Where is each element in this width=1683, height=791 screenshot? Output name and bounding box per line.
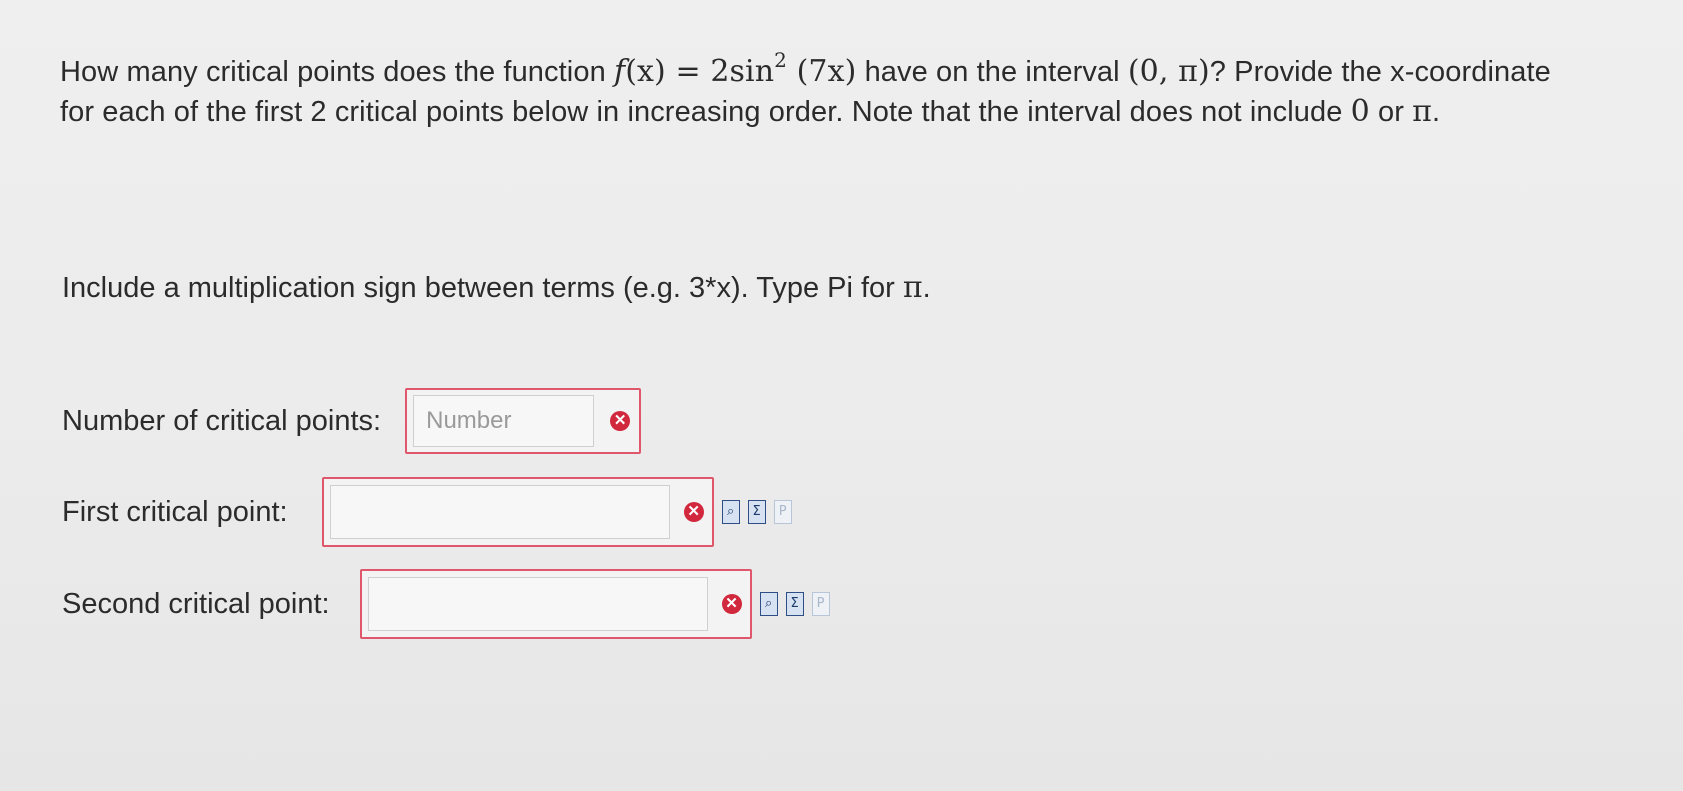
second-point-preview-icon[interactable]: ⌕ bbox=[759, 592, 778, 616]
zero-value: 0 bbox=[1350, 94, 1370, 129]
first-point-preview-glyph: ⌕ bbox=[726, 504, 735, 519]
function-equals: = 2sin bbox=[665, 54, 775, 89]
question-text: How many critical points does the functi… bbox=[60, 50, 1590, 132]
second-point-preview-glyph: ⌕ bbox=[764, 596, 773, 611]
second-point-equation-glyph: Σ bbox=[790, 596, 799, 611]
first-point-help-icon[interactable]: P bbox=[773, 500, 792, 524]
second-point-help-icon[interactable]: P bbox=[811, 592, 830, 616]
critical-count-row: Number of critical points: ✕ bbox=[62, 388, 642, 454]
first-point-equation-editor-icon[interactable]: Σ bbox=[747, 500, 766, 524]
question-part-1: How many critical points does the functi… bbox=[60, 56, 614, 88]
page-background: How many critical points does the functi… bbox=[0, 0, 1683, 791]
second-point-error-icon: ✕ bbox=[721, 594, 742, 614]
pi-symbol: π bbox=[1412, 94, 1432, 129]
instructions-pi-symbol: π bbox=[902, 270, 923, 305]
second-point-equation-editor-icon[interactable]: Σ bbox=[785, 592, 804, 616]
first-point-help-glyph: P bbox=[778, 504, 787, 519]
interval-expression: (0, π) bbox=[1127, 54, 1210, 89]
second-point-input[interactable] bbox=[367, 577, 708, 631]
function-argument: (x) bbox=[625, 54, 666, 89]
question-end: . bbox=[1431, 96, 1441, 128]
first-point-input[interactable] bbox=[329, 485, 670, 539]
critical-count-label: Number of critical points: bbox=[62, 405, 382, 437]
instructions-text: Include a multiplication sign between te… bbox=[62, 268, 931, 308]
function-name: f bbox=[613, 54, 626, 89]
first-point-label: First critical point: bbox=[62, 496, 288, 528]
function-inner: (7x) bbox=[786, 54, 857, 89]
first-point-equation-glyph: Σ bbox=[752, 504, 761, 519]
critical-count-frame: ✕ bbox=[405, 388, 642, 454]
critical-count-error-icon: ✕ bbox=[610, 411, 631, 431]
critical-count-input[interactable] bbox=[413, 395, 595, 447]
second-point-help-glyph: P bbox=[816, 596, 825, 611]
second-point-label: Second critical point: bbox=[62, 588, 330, 620]
function-exponent: 2 bbox=[774, 48, 787, 72]
first-point-frame: ✕ bbox=[321, 477, 714, 547]
first-point-preview-icon[interactable]: ⌕ bbox=[721, 500, 740, 524]
function-expression: f(x) = 2sin2 (7x) bbox=[613, 50, 857, 89]
question-part-2: have on the interval bbox=[856, 56, 1128, 88]
instructions-body: Include a multiplication sign between te… bbox=[62, 272, 903, 304]
first-point-error-icon: ✕ bbox=[683, 502, 704, 522]
first-point-row: First critical point: ✕ ⌕ Σ P bbox=[62, 477, 792, 547]
instructions-end: . bbox=[922, 272, 931, 304]
or-text: or bbox=[1369, 96, 1413, 128]
second-point-row: Second critical point: ✕ ⌕ Σ P bbox=[62, 569, 830, 639]
second-point-frame: ✕ bbox=[359, 569, 752, 639]
